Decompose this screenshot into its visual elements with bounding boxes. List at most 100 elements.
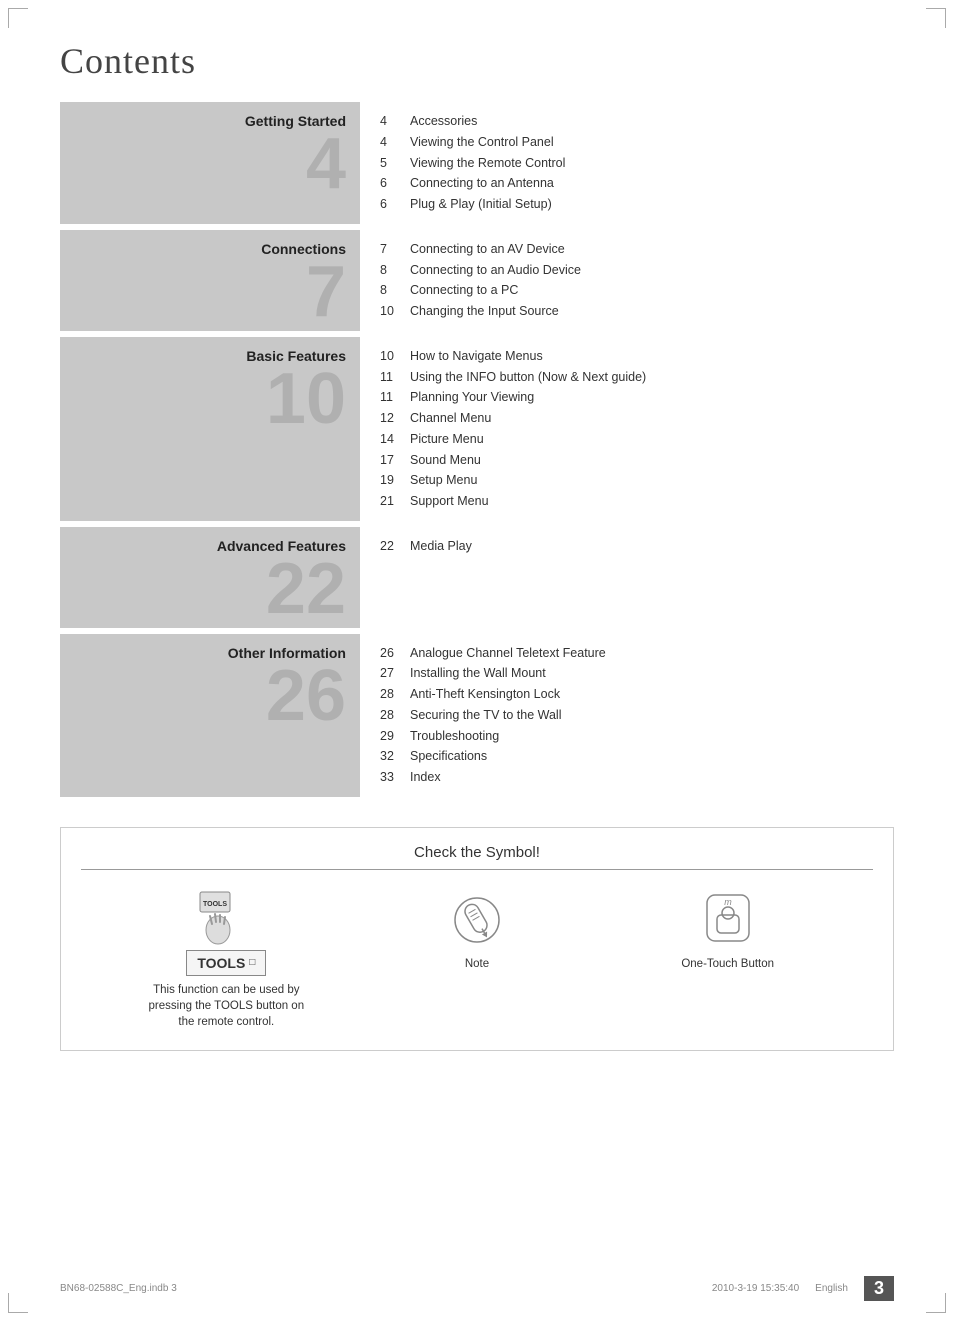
toc-item-page: 26 — [380, 644, 402, 663]
note-label: Note — [465, 956, 489, 972]
symbol-box-title: Check the Symbol! — [81, 844, 873, 870]
symbol-item-tools: TOOLS TOOLS □ This f — [101, 890, 352, 1030]
toc-item-page: 4 — [380, 112, 402, 131]
toc-item-page: 29 — [380, 727, 402, 746]
toc-item-text: Sound Menu — [410, 451, 481, 470]
toc-item: 5 Viewing the Remote Control — [380, 154, 884, 173]
one-touch-label: One-Touch Button — [681, 956, 774, 972]
section-items-basic-features: 10 How to Navigate Menus 11 Using the INFO … — [360, 337, 894, 521]
toc-item: 27 Installing the Wall Mount — [380, 664, 884, 683]
toc-item-text: Media Play — [410, 537, 472, 556]
toc-item-page: 27 — [380, 664, 402, 683]
note-icon-area — [447, 890, 507, 950]
toc-item-page: 4 — [380, 133, 402, 152]
one-touch-icon: m — [703, 893, 753, 947]
toc-item-text: Connecting to an AV Device — [410, 240, 565, 259]
symbol-icons-row: TOOLS TOOLS □ This f — [81, 890, 873, 1030]
toc-item: 12Channel Menu — [380, 409, 884, 428]
section-items-other-information: 26Analogue Channel Teletext Feature27Ins… — [360, 634, 894, 797]
toc-item: 17Sound Menu — [380, 451, 884, 470]
toc-item-page: 5 — [380, 154, 402, 173]
toc-item-text: Troubleshooting — [410, 727, 499, 746]
toc-item-text: Anti-Theft Kensington Lock — [410, 685, 560, 704]
toc-item-page: 11 — [380, 388, 402, 407]
section-number-other-information: 26 — [266, 664, 346, 729]
toc-item: 19Setup Menu — [380, 471, 884, 490]
svg-text:m: m — [724, 897, 732, 907]
section-label-advanced-features: Advanced Features22 — [60, 527, 360, 628]
toc-item-text: Picture Menu — [410, 430, 484, 449]
toc-item-text: How to Navigate Menus — [410, 347, 543, 366]
page-title: Contents — [60, 40, 894, 82]
section-items-connections: 7Connecting to an AV Device8Connecting t… — [360, 230, 894, 331]
section-items-getting-started: 4 Accessories 4 Viewing the Control Panel 5V… — [360, 102, 894, 224]
toc-item-text: Viewing the Remote Control — [410, 154, 565, 173]
toc-item-text: Connecting to an Audio Device — [410, 261, 581, 280]
toc-item: 4 Viewing the Control Panel — [380, 133, 884, 152]
symbol-item-one-touch: m One-Touch Button — [602, 890, 853, 972]
one-touch-icon-area: m — [698, 890, 758, 950]
page-footer: BN68-02588C_Eng.indb 3 2010-3-19 15:35:4… — [0, 1276, 954, 1301]
toc-item: 7 Connecting to an AV Device — [380, 240, 884, 259]
section-label-other-information: Other Information26 — [60, 634, 360, 797]
section-label-basic-features: Basic Features10 — [60, 337, 360, 521]
toc-item: 28 Anti-Theft Kensington Lock — [380, 685, 884, 704]
toc-item-page: 6 — [380, 195, 402, 214]
svg-text:TOOLS: TOOLS — [203, 901, 227, 908]
footer-date: 2010-3-19 15:35:40 — [712, 1283, 799, 1294]
symbol-box: Check the Symbol! TOOLS — [60, 827, 894, 1051]
note-icon — [452, 895, 502, 945]
toc-item: 8 Connecting to an Audio Device — [380, 261, 884, 280]
corner-mark-tl — [8, 8, 28, 28]
toc-section-connections: Connections7 7 Connecting to an AV Device 8… — [60, 230, 894, 331]
toc-item-text: Connecting to an Antenna — [410, 174, 554, 193]
toc-item-text: Accessories — [410, 112, 477, 131]
toc-item-page: 8 — [380, 261, 402, 280]
toc-item-page: 28 — [380, 706, 402, 725]
toc-item: 10 How to Navigate Menus — [380, 347, 884, 366]
toc-item-text: Connecting to a PC — [410, 281, 518, 300]
page-number-badge: 3 — [864, 1276, 894, 1301]
page-content: Contents Getting Started44Accessories4Vi… — [0, 0, 954, 1071]
toc-item-text: Support Menu — [410, 492, 489, 511]
tools-button-label: TOOLS □ — [186, 950, 266, 976]
toc-item-text: Index — [410, 768, 441, 787]
toc-item-page: 28 — [380, 685, 402, 704]
footer-file: BN68-02588C_Eng.indb 3 — [60, 1283, 177, 1294]
toc-item-text: Plug & Play (Initial Setup) — [410, 195, 552, 214]
toc-item-page: 7 — [380, 240, 402, 259]
toc-item-page: 10 — [380, 347, 402, 366]
toc-item-page: 22 — [380, 537, 402, 556]
toc-item-text: Specifications — [410, 747, 487, 766]
toc-item: 21Support Menu — [380, 492, 884, 511]
symbol-item-note: Note — [352, 890, 603, 972]
toc-item: 6 Connecting to an Antenna — [380, 174, 884, 193]
toc-item: 33 Index — [380, 768, 884, 787]
language-label: English — [815, 1283, 848, 1294]
toc-item-text: Viewing the Control Panel — [410, 133, 554, 152]
toc-item-text: Securing the TV to the Wall — [410, 706, 561, 725]
section-label-connections: Connections7 — [60, 230, 360, 331]
toc-item-page: 6 — [380, 174, 402, 193]
section-items-advanced-features: 22 Media Play — [360, 527, 894, 628]
toc-item-text: Using the INFO button (Now & Next guide) — [410, 368, 646, 387]
footer-right: 2010-3-19 15:35:40 English 3 — [712, 1276, 894, 1301]
toc-item: 8Connecting to a PC — [380, 281, 884, 300]
tools-icon-area: TOOLS — [196, 890, 256, 950]
section-number-advanced-features: 22 — [266, 557, 346, 622]
section-number-basic-features: 10 — [266, 367, 346, 432]
toc-item-text: Installing the Wall Mount — [410, 664, 546, 683]
toc-item: 11Planning Your Viewing — [380, 388, 884, 407]
toc-item-page: 33 — [380, 768, 402, 787]
toc-item-page: 10 — [380, 302, 402, 321]
toc-item-page: 14 — [380, 430, 402, 449]
toc-item: 32 Specifications — [380, 747, 884, 766]
toc-item-page: 32 — [380, 747, 402, 766]
toc-item: 10Changing the Input Source — [380, 302, 884, 321]
toc-item: 29 Troubleshooting — [380, 727, 884, 746]
toc-item: 28 Securing the TV to the Wall — [380, 706, 884, 725]
toc-item: 4 Accessories — [380, 112, 884, 131]
toc-item-text: Channel Menu — [410, 409, 491, 428]
toc-item: 6 Plug & Play (Initial Setup) — [380, 195, 884, 214]
toc-section-getting-started: Getting Started44Accessories4Viewing the… — [60, 102, 894, 224]
